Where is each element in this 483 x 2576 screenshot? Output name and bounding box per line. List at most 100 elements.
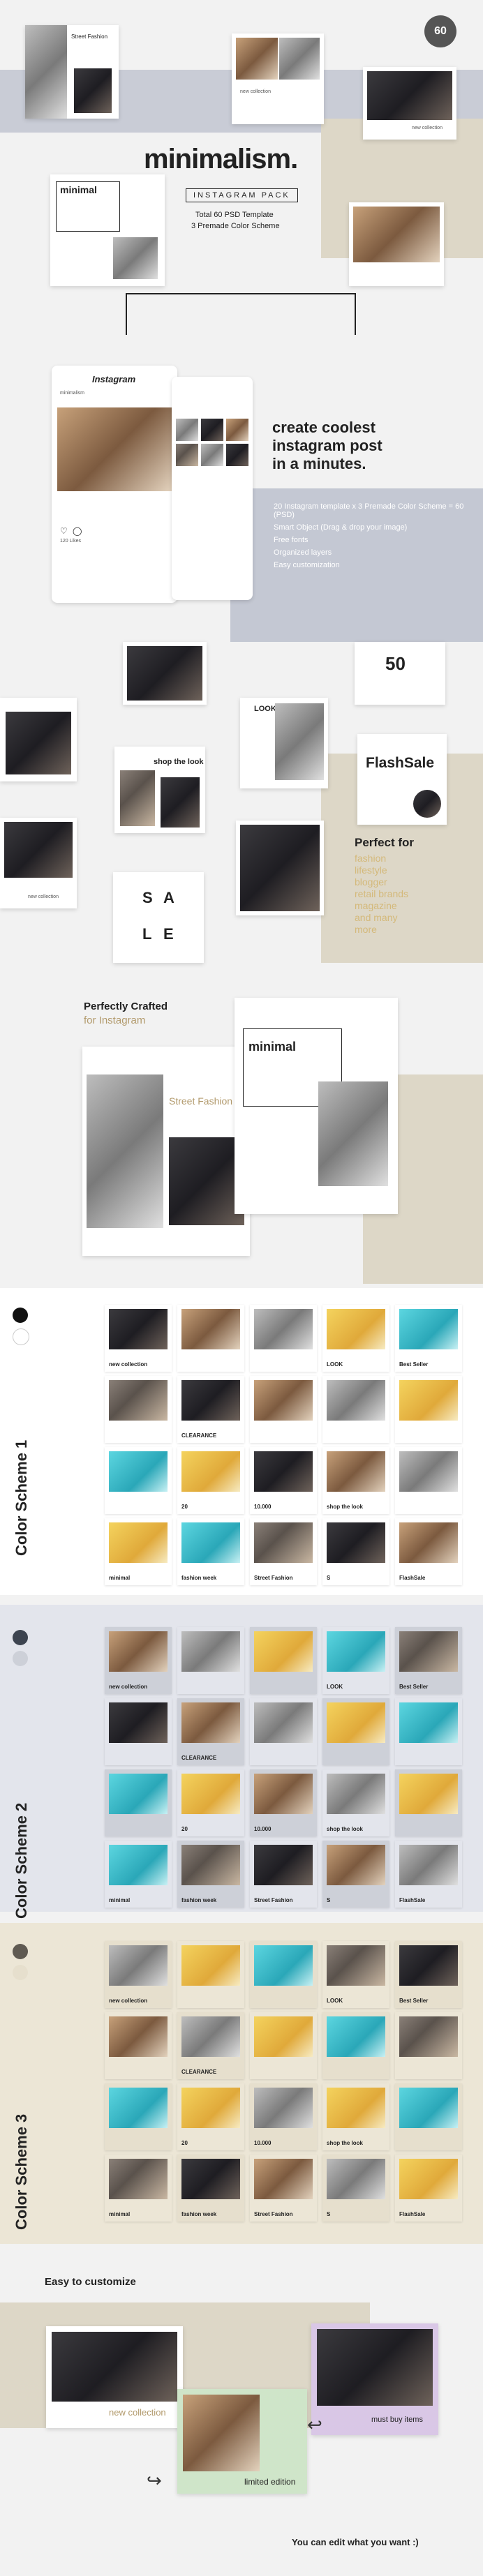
grid-photo [181,1702,240,1743]
card-photo [25,25,67,119]
card-photo [367,71,452,120]
grid-cell-label: S [327,1575,331,1581]
scheme-2-dot-2 [13,1651,28,1666]
promo-heading-2: instagram post [272,437,382,454]
scheme-grid-cell [322,1376,389,1443]
grid-photo [327,1451,385,1492]
grid-photo [327,1774,385,1814]
grid-cell-label: Street Fashion [254,2211,293,2217]
hero-subtitle-1: Total 60 PSD Template [195,211,274,219]
grid-cell-label: Street Fashion [254,1897,293,1903]
grid-photo [109,1702,168,1743]
feature-item: Organized layers [274,548,332,557]
grid-photo [254,1774,313,1814]
card-new-collection-top: new collection [232,33,324,124]
card-photo [113,237,158,279]
scheme-grid-cell: minimal [105,1841,172,1908]
card-collage-left-1 [0,698,77,781]
grid-photo [327,2016,385,2057]
arrow-icon: ↩ [307,2414,322,2435]
grid-photo [254,2159,313,2199]
card-photo [279,38,320,80]
grid-photo [399,1631,458,1672]
scheme-grid-cell: Best Seller [395,1941,462,2008]
grid-photo [109,1945,168,1986]
grid-cell-label: fashion week [181,2211,217,2217]
card-photo-portrait [74,68,112,113]
scheme-grid-cell [105,1769,172,1836]
grid-photo [254,2088,313,2128]
grid-photo [254,1451,313,1492]
hero-title: minimalism. [144,144,298,174]
card-label: shop the look [154,758,204,766]
scheme-grid-cell: Street Fashion [250,2155,317,2222]
phone-minimal: minimal [235,998,398,1214]
scheme-grid-cell [250,1376,317,1443]
grid-photo [327,1380,385,1421]
card-photo [87,1074,163,1228]
grid-cell-label: Best Seller [399,1361,429,1368]
grid-photo [201,419,223,441]
scheme-3-dot-2 [13,1965,28,1980]
heart-icon[interactable]: ♡ [60,526,68,536]
grid-cell-label: LOOK [327,1361,343,1368]
grid-photo [181,1774,240,1814]
grid-photo [201,444,223,466]
grid-photo [181,1522,240,1563]
scheme-grid-cell [250,1627,317,1694]
grid-photo [226,444,248,466]
card-photo [161,777,200,828]
card-portrait-mid-right [349,202,444,286]
grid-photo [226,419,248,441]
grid-photo [327,2088,385,2128]
perfect-for-item: and many [355,912,398,923]
grid-photo [399,2088,458,2128]
grid-photo [399,1309,458,1349]
perfect-for-item: lifestyle [355,864,387,876]
grid-photo [181,2159,240,2199]
grid-photo [254,1309,313,1349]
scheme-grid-cell: CLEARANCE [177,1698,244,1765]
card-label: new collection [240,89,271,94]
grid-photo [176,444,198,466]
scheme-grid-cell [322,2012,389,2079]
scheme-grid-cell: CLEARANCE [177,2012,244,2079]
scheme-grid-cell [105,2012,172,2079]
comment-icon[interactable]: ◯ [73,526,82,536]
scheme-grid-cell: shop the look [322,1447,389,1514]
grid-cell-label: CLEARANCE [181,1432,217,1439]
grid-photo [176,419,198,441]
perfect-for-item: magazine [355,900,397,911]
card-minimal-hero: minimal [50,174,165,286]
scheme-grid-cell [250,1698,317,1765]
grid-photo [181,1945,240,1986]
grid-cell-label: 10.000 [254,1826,272,1832]
grid-cell-label: fashion week [181,1575,217,1581]
sale-letter-a: A [163,889,174,906]
scheme-grid-cell: Street Fashion [250,1518,317,1585]
card-photo [183,2395,260,2471]
feature-item: Easy customization [274,561,340,569]
scheme-grid-cell: LOOK [322,1941,389,2008]
card-collage-mid [236,821,324,915]
grid-photo [109,2159,168,2199]
grid-photo [254,2016,313,2057]
grid-photo [399,2159,458,2199]
grid-cell-label: Best Seller [399,1998,429,2004]
grid-photo [254,1380,313,1421]
grid-photo [399,1945,458,1986]
grid-cell-label: shop the look [327,1504,363,1510]
card-photo [413,790,441,818]
scheme-grid-cell: S [322,2155,389,2222]
card-label: Street Fashion [71,33,108,40]
grid-cell-label: minimal [109,1575,131,1581]
grid-photo [399,2016,458,2057]
scheme-grid-cell [105,1447,172,1514]
grid-cell-label: fashion week [181,1897,217,1903]
scheme-grid-cell: S [322,1841,389,1908]
scheme-grid-cell [250,1941,317,2008]
scheme-grid-cell [395,1376,462,1443]
card-label: new collection [109,2407,166,2418]
grid-cell-label: new collection [109,1684,148,1690]
card-sale-collage: S A L E [113,872,204,963]
